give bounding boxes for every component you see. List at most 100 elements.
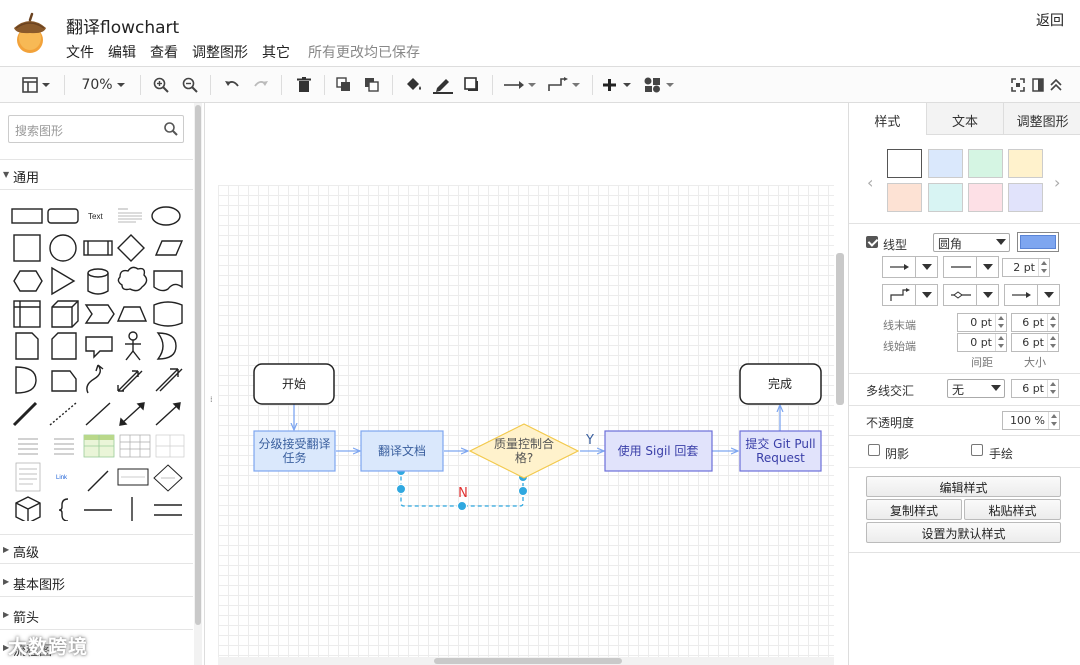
double-horizontal-line-shape[interactable]	[154, 504, 182, 516]
note-shape[interactable]	[15, 332, 39, 360]
line-color-button[interactable]	[1017, 232, 1059, 252]
thick-line-shape[interactable]	[12, 401, 38, 427]
to-back-button[interactable]	[362, 74, 382, 96]
canvas-vertical-scrollbar[interactable]	[836, 253, 844, 405]
line-dash-select[interactable]	[943, 256, 999, 278]
style-swatch[interactable]	[1008, 183, 1043, 212]
menu-edit[interactable]: 编辑	[108, 42, 136, 62]
entity-relation-shape[interactable]	[117, 468, 149, 486]
isometric-cube-shape[interactable]	[15, 496, 41, 521]
format-toggle-button[interactable]	[1030, 74, 1046, 96]
section-advanced[interactable]: ▶ 高级	[0, 534, 193, 564]
fullscreen-button[interactable]	[1010, 74, 1026, 96]
cloud-shape[interactable]	[117, 266, 148, 292]
style-swatch[interactable]	[928, 149, 963, 178]
style-swatch[interactable]	[968, 183, 1003, 212]
tape-shape[interactable]	[153, 301, 183, 327]
zoom-in-button[interactable]	[151, 74, 171, 96]
trapezoid-shape[interactable]	[116, 306, 148, 322]
or-shape[interactable]	[156, 332, 177, 360]
shadow-checkbox[interactable]	[868, 444, 880, 456]
parallelogram-shape[interactable]	[154, 240, 184, 256]
link-shape[interactable]: Link	[56, 475, 68, 481]
section-basic[interactable]: ▶ 基本图形	[0, 567, 193, 597]
style-swatch[interactable]	[968, 149, 1003, 178]
undo-button[interactable]	[222, 74, 242, 96]
card-shape[interactable]	[51, 332, 77, 360]
tab-text[interactable]: 文本	[925, 103, 1004, 135]
line-end-size-input[interactable]: 6 pt	[1011, 313, 1059, 332]
edit-style-button[interactable]: 编辑样式	[866, 476, 1061, 497]
menu-view[interactable]: 查看	[150, 42, 178, 62]
search-icon[interactable]	[163, 121, 179, 137]
document-title[interactable]: 翻译flowchart	[66, 13, 179, 38]
actor-shape[interactable]	[125, 331, 141, 361]
menu-extras[interactable]: 其它	[262, 42, 290, 62]
shape-panel-scrollbar[interactable]	[194, 103, 202, 665]
cube-shape[interactable]	[51, 300, 79, 328]
zoom-out-button[interactable]	[180, 74, 200, 96]
grid-table-shape[interactable]	[119, 434, 151, 458]
redo-button[interactable]	[251, 74, 271, 96]
simple-line-shape[interactable]	[87, 470, 109, 492]
triangle-shape[interactable]	[51, 266, 76, 296]
dotted-line-shape[interactable]	[49, 402, 77, 426]
square-shape[interactable]	[13, 234, 41, 262]
delete-button[interactable]	[294, 74, 314, 96]
canvas-horizontal-scrollbar[interactable]	[218, 657, 834, 665]
callout-shape[interactable]	[85, 336, 113, 359]
section-general[interactable]: ▼ 通用	[0, 160, 193, 190]
rectangle-shape[interactable]	[11, 208, 43, 224]
text-shape[interactable]: Text	[88, 212, 103, 221]
insert-button[interactable]	[602, 74, 634, 96]
tab-arrange[interactable]: 调整图形	[1003, 103, 1080, 135]
list-items-shape[interactable]	[54, 438, 74, 455]
waypoint-style-select[interactable]	[882, 284, 938, 306]
connection-style-button[interactable]	[502, 74, 538, 96]
list-shape[interactable]	[18, 438, 38, 455]
to-front-button[interactable]	[334, 74, 354, 96]
circle-shape[interactable]	[49, 234, 77, 262]
diagram-canvas[interactable]: 开始 完成 分级接受翻译任务 翻译文档 质量控制合格? 使用 Sigil 回套 …	[218, 103, 846, 665]
swimlane-shape[interactable]	[13, 300, 41, 328]
diamond-shape[interactable]	[117, 234, 145, 262]
line-color-button[interactable]	[432, 74, 454, 96]
line-start-size-input[interactable]: 6 pt	[1011, 333, 1059, 352]
line-jumps-select[interactable]: 无	[947, 379, 1005, 398]
curve-arrow-shape[interactable]	[86, 364, 104, 394]
style-swatch[interactable]	[1008, 149, 1043, 178]
process-shape[interactable]	[83, 240, 113, 256]
data-storage-shape[interactable]	[51, 370, 77, 392]
menu-file[interactable]: 文件	[66, 42, 94, 62]
line-shape[interactable]	[85, 402, 111, 426]
bidirectional-arrow-shape[interactable]	[117, 370, 143, 392]
line-pattern-select[interactable]	[882, 256, 938, 278]
line-end-spacing-input[interactable]: 0 pt	[957, 313, 1007, 332]
style-swatch[interactable]	[928, 183, 963, 212]
line-start-select[interactable]	[943, 284, 999, 306]
directional-connector-shape[interactable]	[155, 402, 181, 426]
matrix-shape[interactable]	[155, 434, 185, 458]
shape-search-input[interactable]: 搜索图形	[8, 115, 184, 143]
style-swatch[interactable]	[887, 149, 922, 178]
back-button[interactable]: 返回	[1036, 10, 1064, 30]
menu-arrange[interactable]: 调整图形	[192, 42, 248, 62]
curly-bracket-shape[interactable]	[58, 498, 69, 521]
table-shape[interactable]	[83, 434, 115, 458]
html-text-shape[interactable]	[118, 208, 142, 223]
copy-style-button[interactable]: 复制样式	[866, 499, 962, 520]
flowchart-diagram[interactable]: 开始 完成 分级接受翻译任务 翻译文档 质量控制合格? 使用 Sigil 回套 …	[218, 103, 834, 657]
textbox-shape[interactable]	[15, 462, 41, 492]
general-shapes-palette[interactable]: Text Link	[6, 201, 188, 521]
line-jumps-size-input[interactable]: 6 pt	[1011, 379, 1059, 398]
sketch-checkbox[interactable]	[971, 444, 983, 456]
table-button[interactable]	[643, 74, 677, 96]
line-end-select[interactable]	[1004, 284, 1060, 306]
collapse-toolbar-button[interactable]	[1048, 74, 1064, 96]
bidirectional-connector-shape[interactable]	[119, 402, 145, 426]
ellipse-shape[interactable]	[151, 206, 181, 226]
tab-style[interactable]: 样式	[849, 103, 926, 135]
fill-color-button[interactable]	[404, 74, 424, 96]
swatch-next-icon[interactable]: ›	[1054, 173, 1060, 192]
swatch-prev-icon[interactable]: ‹	[867, 173, 873, 192]
